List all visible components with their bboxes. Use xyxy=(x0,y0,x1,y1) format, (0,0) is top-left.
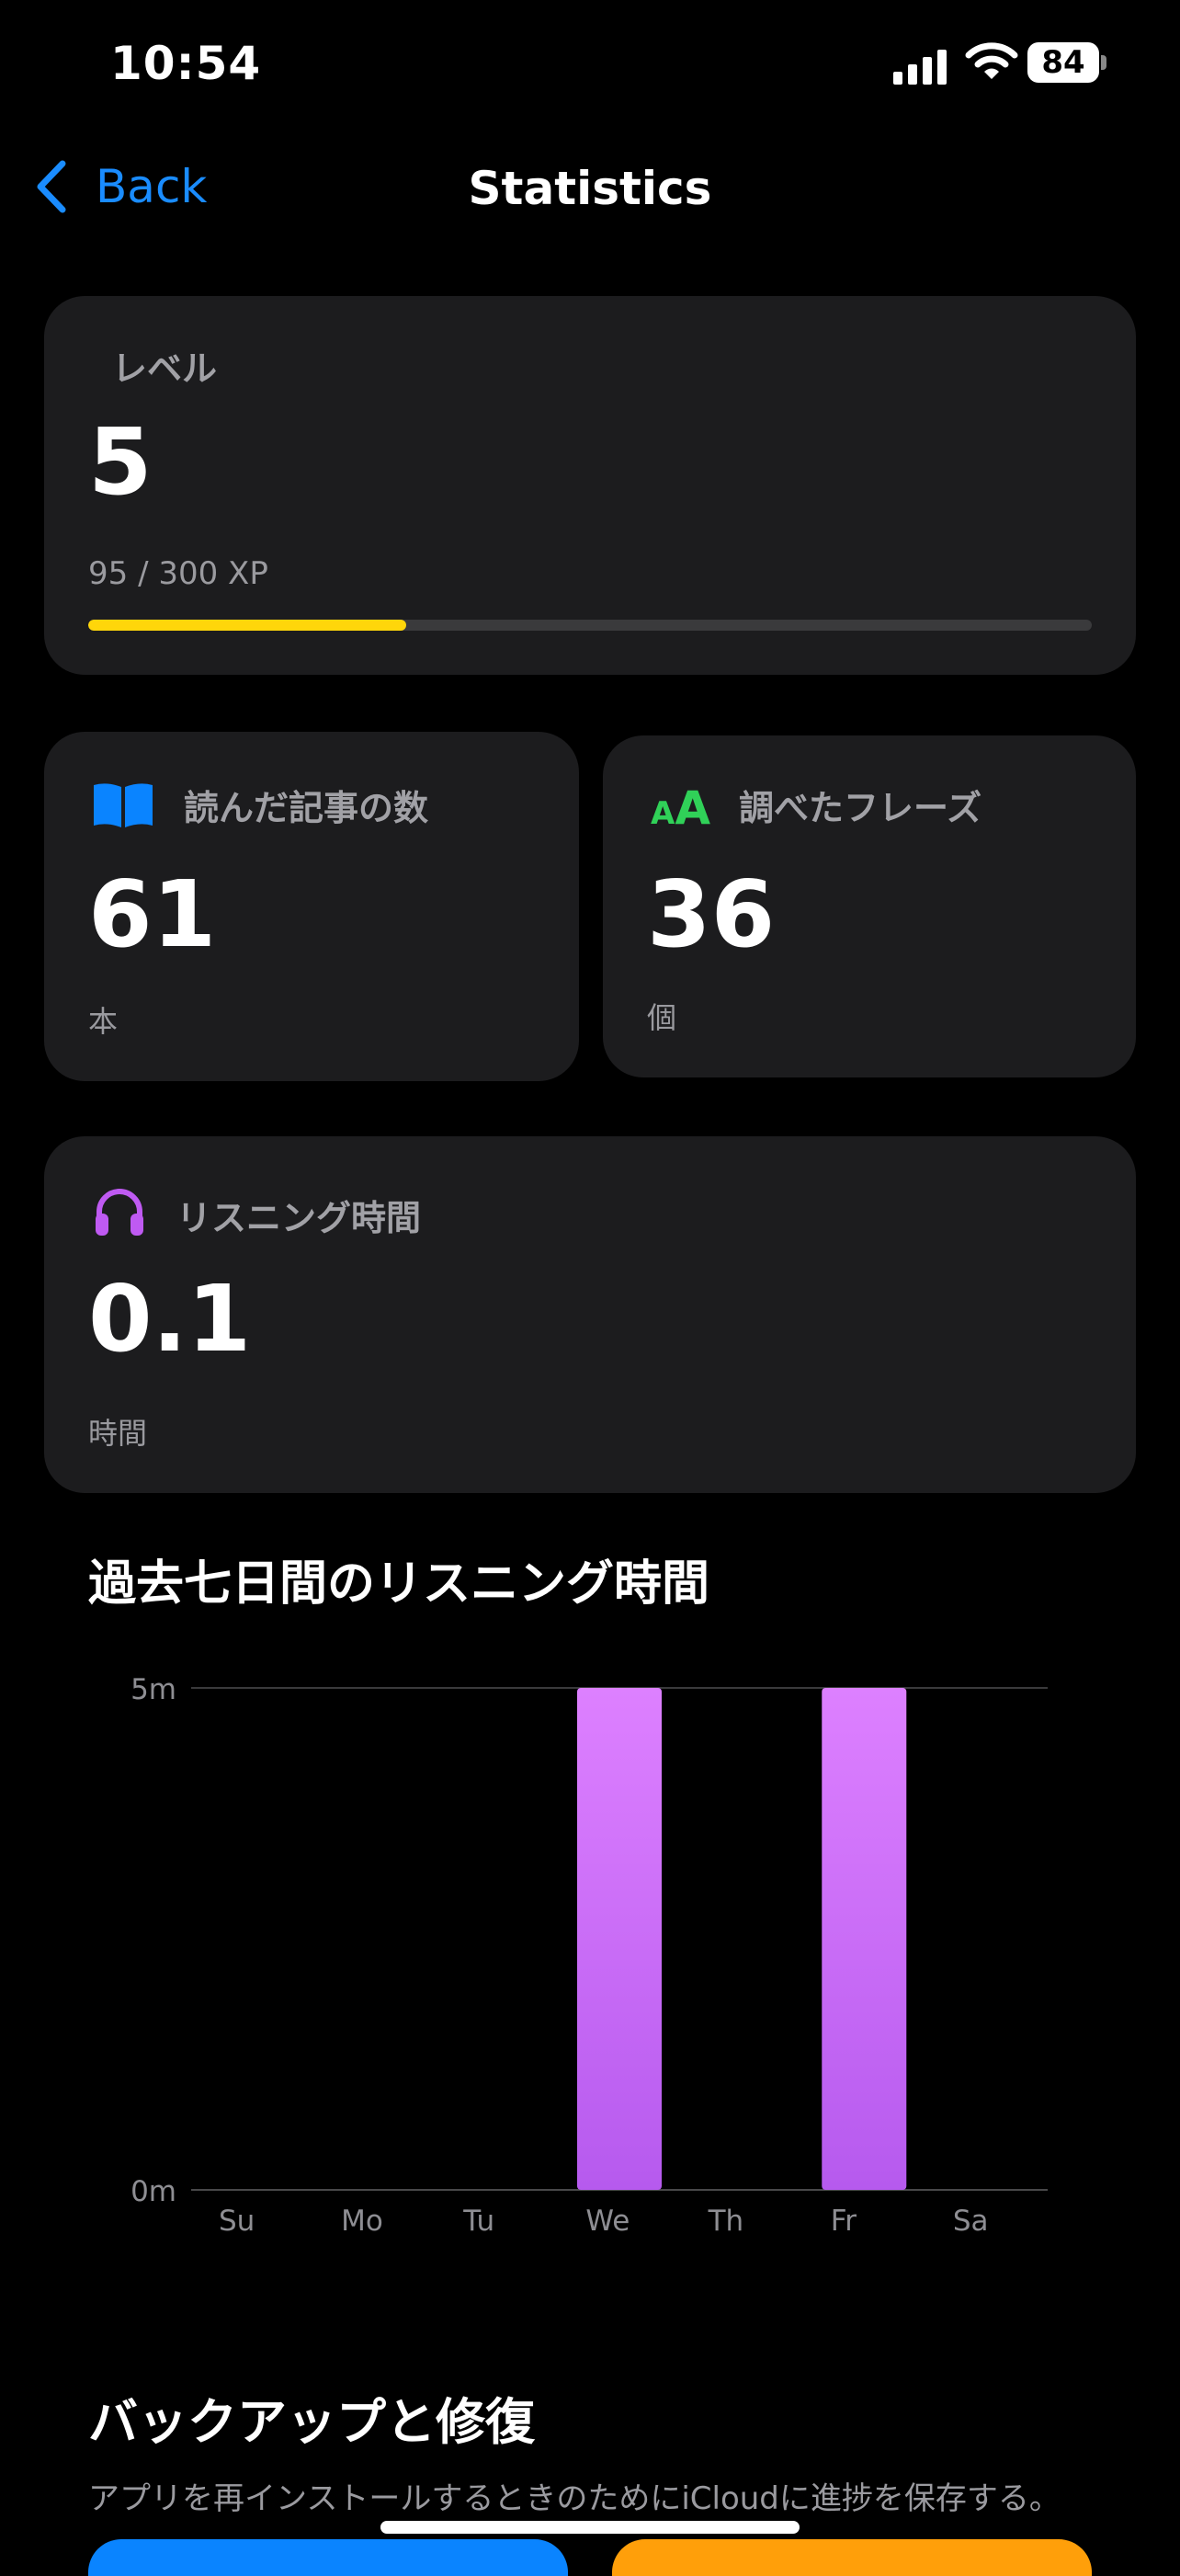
listening-time-card: リスニング時間 0.1 時間 xyxy=(44,1136,1136,1493)
x-tick-label: We xyxy=(585,2205,630,2238)
backup-section-description: アプリを再インストールするときのためにiCloudに進捗を保存する。 xyxy=(88,2480,1061,2517)
articles-label: 読んだ記事の数 xyxy=(184,788,429,828)
listening-bar-chart: 0m 5m Su Mo Tu We Th Fr Sa xyxy=(130,1673,1048,2238)
phrases-unit: 個 xyxy=(647,1000,677,1035)
wifi-icon xyxy=(965,40,1018,83)
chart-bar-we xyxy=(577,1688,662,2190)
listening-value: 0.1 xyxy=(88,1265,252,1373)
phrases-value: 36 xyxy=(647,861,776,968)
status-time: 10:54 xyxy=(110,37,262,90)
home-indicator xyxy=(380,2521,800,2534)
x-tick-label: Su xyxy=(219,2205,255,2238)
level-label: レベル xyxy=(112,348,218,389)
y-tick-label: 5m xyxy=(130,1673,176,1706)
restore-button[interactable] xyxy=(612,2539,1092,2576)
listening-label: リスニング時間 xyxy=(176,1198,422,1238)
listening-unit: 時間 xyxy=(88,1416,148,1451)
backup-button[interactable] xyxy=(88,2539,568,2576)
phrases-label: 調べたフレーズ xyxy=(739,788,982,828)
level-value: 5 xyxy=(88,408,153,516)
book-icon xyxy=(92,781,154,833)
articles-unit: 本 xyxy=(88,1004,119,1039)
articles-value: 61 xyxy=(88,861,217,968)
headphones-icon xyxy=(92,1184,147,1243)
text-size-icon: AA xyxy=(651,781,711,835)
battery-cap xyxy=(1101,55,1106,70)
y-tick-label: 0m xyxy=(130,2175,176,2208)
page-title: Statistics xyxy=(468,162,712,215)
x-tick-label: Fr xyxy=(831,2205,857,2238)
level-card: レベル 5 95 / 300 XP xyxy=(44,296,1136,675)
x-tick-label: Tu xyxy=(462,2205,494,2238)
cellular-signal-icon xyxy=(893,48,948,85)
xp-progress-bar xyxy=(88,620,1092,631)
x-tick-label: Sa xyxy=(953,2205,989,2238)
articles-read-card: 読んだ記事の数 61 本 xyxy=(44,732,579,1081)
chart-bar-fr xyxy=(822,1688,907,2190)
chart-title: 過去七日間のリスニング時間 xyxy=(88,1556,710,1612)
x-tick-label: Th xyxy=(708,2205,744,2238)
battery-icon: 84 xyxy=(1027,42,1099,83)
phrases-looked-up-card: AA 調べたフレーズ 36 個 xyxy=(603,735,1136,1077)
x-tick-label: Mo xyxy=(341,2205,383,2238)
xp-text: 95 / 300 XP xyxy=(88,555,268,592)
backup-section-title: バックアップと修復 xyxy=(88,2393,535,2451)
xp-progress-fill xyxy=(88,620,406,631)
